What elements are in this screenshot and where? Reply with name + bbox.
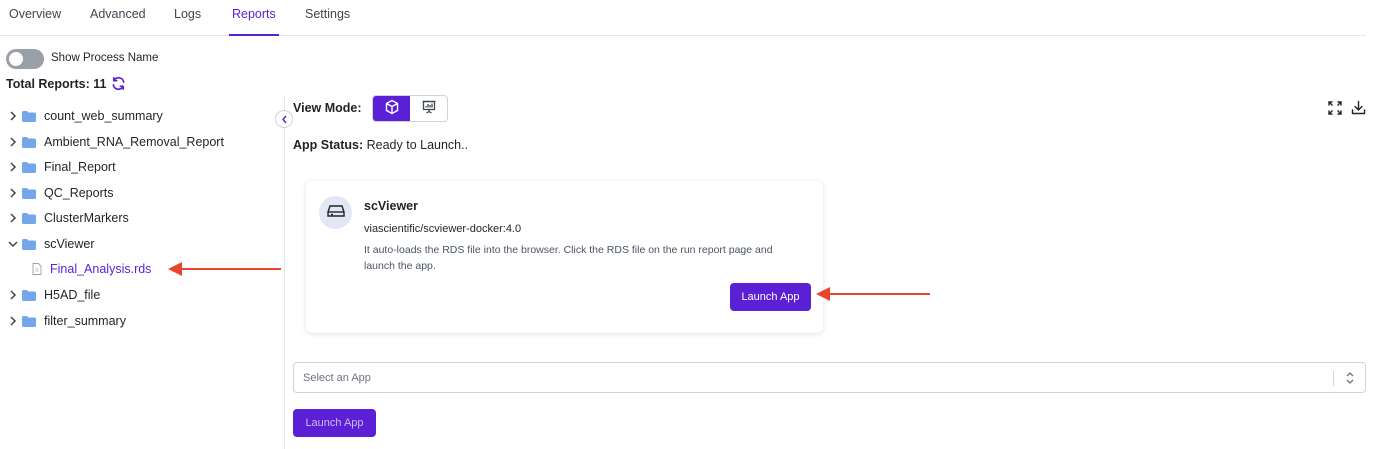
app-card-description: It auto-loads the RDS file into the brow…	[364, 244, 773, 272]
tree-item-count-web-summary[interactable]: count_web_summary	[8, 105, 163, 127]
folder-icon	[22, 187, 36, 199]
tree-item-final-report[interactable]: Final_Report	[8, 156, 116, 178]
toggle-label: Show Process Name	[51, 52, 159, 64]
tree-item-label: scViewer	[44, 237, 95, 251]
tree-item-label: H5AD_file	[44, 288, 101, 302]
folder-icon	[22, 212, 36, 224]
chevron-right-icon[interactable]	[8, 290, 18, 300]
download-button[interactable]	[1351, 100, 1366, 118]
tree-item-filter-summary[interactable]: filter_summary	[8, 310, 126, 332]
app-card-title: scViewer	[364, 199, 418, 213]
tree-item-label: Final_Report	[44, 160, 116, 174]
tree-item-label: count_web_summary	[44, 109, 163, 123]
annotation-arrow-left	[168, 262, 281, 276]
app-status-label: App Status:	[293, 138, 364, 152]
total-reports-label: Total Reports: 11	[6, 76, 107, 91]
folder-icon	[22, 110, 36, 122]
total-reports: Total Reports: 11	[6, 76, 126, 91]
annotation-arrow-left	[816, 287, 930, 301]
tree-item-qc-reports[interactable]: QC_Reports	[8, 182, 113, 204]
show-process-name-toggle[interactable]	[6, 49, 44, 69]
app-status-value: Ready to Launch..	[366, 138, 469, 152]
tree-item-label: ClusterMarkers	[44, 211, 129, 225]
launch-app-button[interactable]: Launch App	[293, 409, 376, 437]
tab-overview[interactable]: Overview	[9, 7, 61, 36]
app-status: App Status: Ready to Launch..	[293, 138, 468, 152]
card-launch-app-button[interactable]: Launch App	[730, 283, 811, 311]
tab-logs[interactable]: Logs	[174, 7, 201, 36]
select-separator	[1333, 371, 1334, 386]
fullscreen-button[interactable]	[1328, 101, 1342, 118]
folder-icon	[22, 289, 36, 301]
toggle-knob	[9, 52, 23, 66]
folder-icon	[22, 238, 36, 250]
tree-item-h5ad-file[interactable]: H5AD_file	[8, 284, 100, 306]
tree-file-final-analysis[interactable]: Final_Analysis.rds	[32, 258, 151, 280]
app-select-placeholder: Select an App	[303, 372, 371, 384]
tree-item-scviewer[interactable]: scViewer	[8, 233, 94, 255]
tab-advanced[interactable]: Advanced	[90, 7, 146, 36]
download-icon	[1351, 100, 1366, 118]
presentation-icon	[421, 99, 437, 118]
file-icon	[32, 263, 42, 275]
tab-reports[interactable]: Reports	[229, 7, 279, 36]
chevron-right-icon[interactable]	[8, 111, 18, 121]
app-card: scViewer viascientific/scviewer-docker:4…	[306, 181, 823, 333]
chevron-right-icon[interactable]	[8, 137, 18, 147]
chevron-right-icon[interactable]	[8, 162, 18, 172]
app-avatar	[319, 196, 352, 229]
view-mode-app-button[interactable]	[373, 96, 410, 121]
refresh-icon[interactable]	[111, 76, 126, 91]
collapse-sidebar-button[interactable]	[275, 110, 293, 128]
chevron-right-icon[interactable]	[8, 213, 18, 223]
tree-item-label: filter_summary	[44, 314, 126, 328]
app-select[interactable]: Select an App	[293, 362, 1366, 393]
chevron-left-icon	[281, 112, 288, 127]
chevron-down-icon[interactable]	[8, 240, 18, 248]
folder-icon	[22, 136, 36, 148]
tab-settings[interactable]: Settings	[305, 7, 350, 36]
tree-item-ambient-rna[interactable]: Ambient_RNA_Removal_Report	[8, 131, 224, 153]
tree-item-cluster-markers[interactable]: ClusterMarkers	[8, 207, 129, 229]
panel-divider[interactable]	[284, 96, 285, 449]
app-card-image: viascientific/scviewer-docker:4.0	[364, 223, 522, 235]
drive-icon	[326, 204, 345, 221]
fullscreen-icon	[1328, 101, 1342, 118]
cube-icon	[384, 99, 400, 118]
tab-bar: Overview Advanced Logs Reports Settings	[0, 0, 1366, 36]
folder-icon	[22, 315, 36, 327]
chevron-right-icon[interactable]	[8, 188, 18, 198]
tree-item-label: Ambient_RNA_Removal_Report	[44, 135, 224, 149]
view-mode-label: View Mode:	[293, 101, 362, 115]
select-arrows-icon	[1345, 371, 1355, 388]
tree-item-label: QC_Reports	[44, 186, 114, 200]
chevron-right-icon[interactable]	[8, 316, 18, 326]
folder-icon	[22, 161, 36, 173]
view-mode-toggle-group	[372, 95, 448, 122]
tree-file-label: Final_Analysis.rds	[50, 262, 152, 276]
view-mode-report-button[interactable]	[410, 96, 447, 121]
